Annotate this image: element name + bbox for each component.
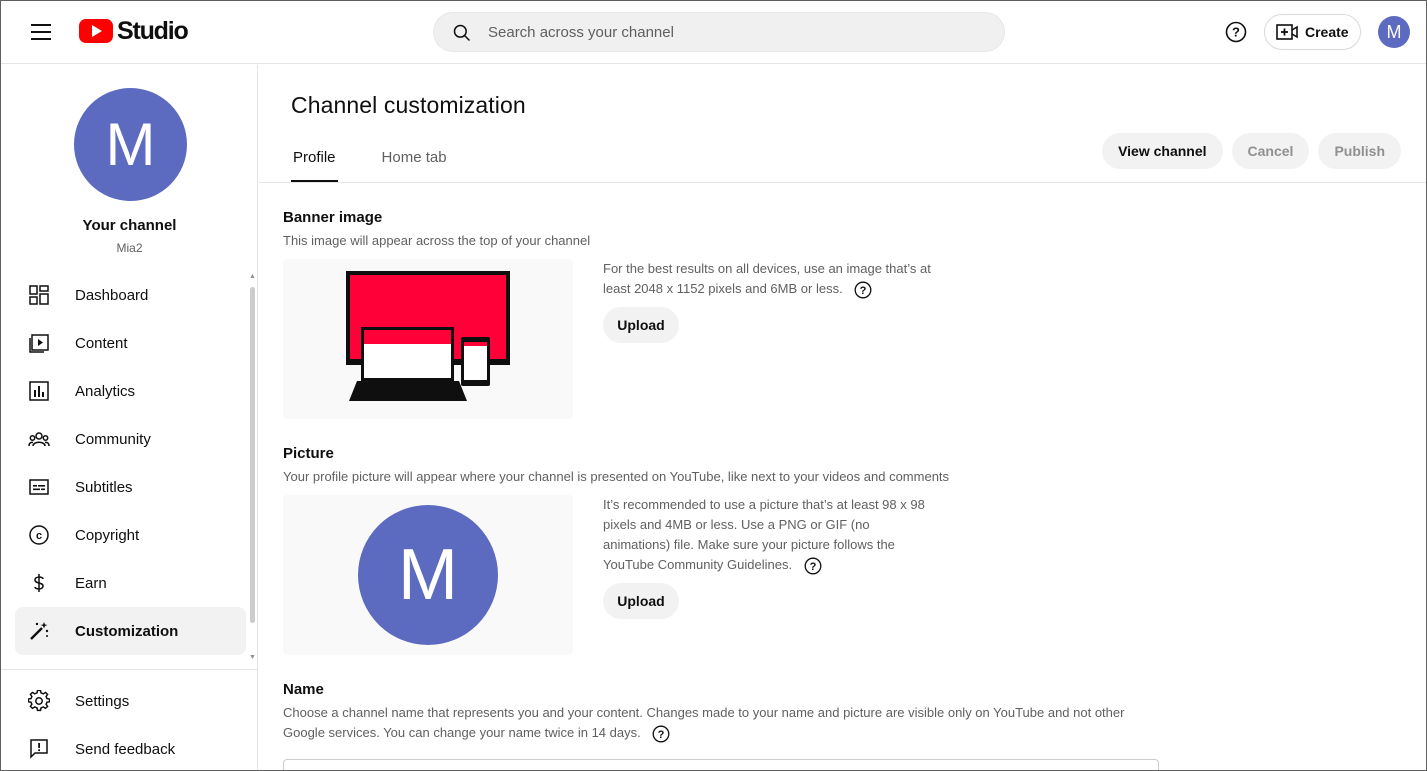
sidebar-item-label: Content — [75, 334, 128, 352]
svg-text:?: ? — [809, 561, 816, 573]
feedback-icon — [27, 737, 51, 761]
picture-preview: M — [283, 495, 573, 655]
sidebar-item-label: Copyright — [75, 526, 140, 544]
copyright-icon: c — [27, 523, 51, 547]
community-icon — [27, 427, 51, 451]
sidebar-item-earn[interactable]: Earn — [15, 559, 246, 607]
action-buttons: View channel Cancel Publish — [1093, 133, 1401, 169]
view-channel-button[interactable]: View channel — [1102, 133, 1223, 169]
sidebar-item-customization[interactable]: Customization — [15, 607, 246, 655]
sidebar-item-label: Send feedback — [75, 740, 176, 758]
picture-section-title: Picture — [283, 445, 334, 462]
sidebar-item-content[interactable]: Content — [15, 319, 246, 367]
sidebar-scrollbar[interactable] — [250, 287, 255, 623]
profile-picture: M — [358, 505, 498, 645]
name-section-description: Choose a channel name that represents yo… — [283, 703, 1143, 743]
earn-icon — [27, 571, 51, 595]
tab-divider — [259, 182, 1426, 183]
gear-icon — [27, 689, 51, 713]
publish-button[interactable]: Publish — [1318, 133, 1401, 169]
create-video-icon — [1276, 24, 1298, 40]
sidebar-item-label: Settings — [75, 692, 130, 710]
search-box[interactable] — [433, 12, 1005, 52]
tab-profile[interactable]: Profile — [291, 137, 338, 182]
banner-preview — [283, 259, 573, 419]
cancel-button[interactable]: Cancel — [1231, 133, 1310, 169]
help-icon[interactable]: ? — [1221, 17, 1251, 47]
menu-icon[interactable] — [23, 19, 59, 45]
help-icon[interactable]: ? — [652, 725, 670, 743]
customization-icon — [27, 619, 51, 643]
tab-home[interactable]: Home tab — [380, 137, 449, 182]
sidebar-item-analytics[interactable]: Analytics — [15, 367, 246, 415]
sidebar-item-settings[interactable]: Settings — [15, 677, 246, 725]
svg-text:c: c — [36, 530, 42, 542]
youtube-studio-logo[interactable]: Studio — [79, 16, 189, 46]
sidebar-nav: Dashboard Content Analytics Community Su… — [15, 271, 246, 655]
create-label: Create — [1305, 24, 1349, 40]
channel-avatar[interactable]: M — [74, 88, 187, 201]
banner-section-title: Banner image — [283, 209, 383, 226]
studio-window: Studio ? Create M M Your channel — [0, 0, 1427, 771]
sidebar-item-label: Dashboard — [75, 286, 149, 304]
create-button[interactable]: Create — [1264, 14, 1361, 50]
channel-name-field[interactable] — [283, 759, 1159, 770]
sidebar-item-dashboard[interactable]: Dashboard — [15, 271, 246, 319]
search-input[interactable] — [488, 13, 988, 51]
name-description-text: Choose a channel name that represents yo… — [283, 705, 1125, 740]
scroll-up-arrow-icon[interactable]: ▲ — [249, 273, 256, 280]
tab-bar: Profile Home tab — [291, 137, 491, 182]
sidebar-item-community[interactable]: Community — [15, 415, 246, 463]
banner-hint: For the best results on all devices, use… — [603, 259, 943, 299]
sidebar-item-copyright[interactable]: c Copyright — [15, 511, 246, 559]
sidebar-item-subtitles[interactable]: Subtitles — [15, 463, 246, 511]
sidebar: M Your channel Mia2 Dashboard Content An — [1, 65, 258, 770]
youtube-play-icon — [79, 19, 113, 43]
name-section-title: Name — [283, 681, 324, 698]
svg-text:?: ? — [1232, 25, 1240, 40]
channel-title: Your channel — [82, 217, 177, 234]
sidebar-divider — [1, 669, 258, 670]
sidebar-item-label: Subtitles — [75, 478, 133, 496]
sidebar-item-label: Earn — [75, 574, 107, 592]
banner-devices-illustration — [346, 271, 510, 401]
page-title: Channel customization — [291, 92, 526, 118]
picture-hint: It’s recommended to use a picture that’s… — [603, 495, 933, 575]
main-content: Channel customization Profile Home tab V… — [259, 65, 1426, 770]
dashboard-icon — [27, 283, 51, 307]
banner-section-description: This image will appear across the top of… — [283, 233, 591, 248]
svg-text:?: ? — [860, 285, 867, 297]
picture-upload-button[interactable]: Upload — [603, 583, 679, 619]
sidebar-item-label: Community — [75, 430, 151, 448]
top-bar: Studio ? Create M — [1, 1, 1426, 64]
help-icon[interactable]: ? — [854, 281, 872, 299]
account-avatar[interactable]: M — [1378, 16, 1410, 48]
svg-text:?: ? — [658, 729, 665, 741]
subtitles-icon — [27, 475, 51, 499]
content-icon — [27, 331, 51, 355]
sidebar-item-send-feedback[interactable]: Send feedback — [15, 725, 246, 770]
banner-upload-button[interactable]: Upload — [603, 307, 679, 343]
brand-label: Studio — [117, 16, 189, 45]
channel-handle: Mia2 — [116, 241, 143, 255]
picture-section-description: Your profile picture will appear where y… — [283, 469, 950, 484]
analytics-icon — [27, 379, 51, 403]
sidebar-item-label: Analytics — [75, 382, 136, 400]
search-icon — [453, 24, 471, 42]
banner-hint-text: For the best results on all devices, use… — [603, 261, 931, 296]
scroll-down-arrow-icon[interactable]: ▼ — [249, 654, 256, 661]
sidebar-bottom-nav: Settings Send feedback — [15, 677, 246, 770]
sidebar-item-label: Customization — [75, 622, 179, 640]
picture-hint-text: It’s recommended to use a picture that’s… — [603, 497, 925, 572]
help-icon[interactable]: ? — [804, 557, 822, 575]
